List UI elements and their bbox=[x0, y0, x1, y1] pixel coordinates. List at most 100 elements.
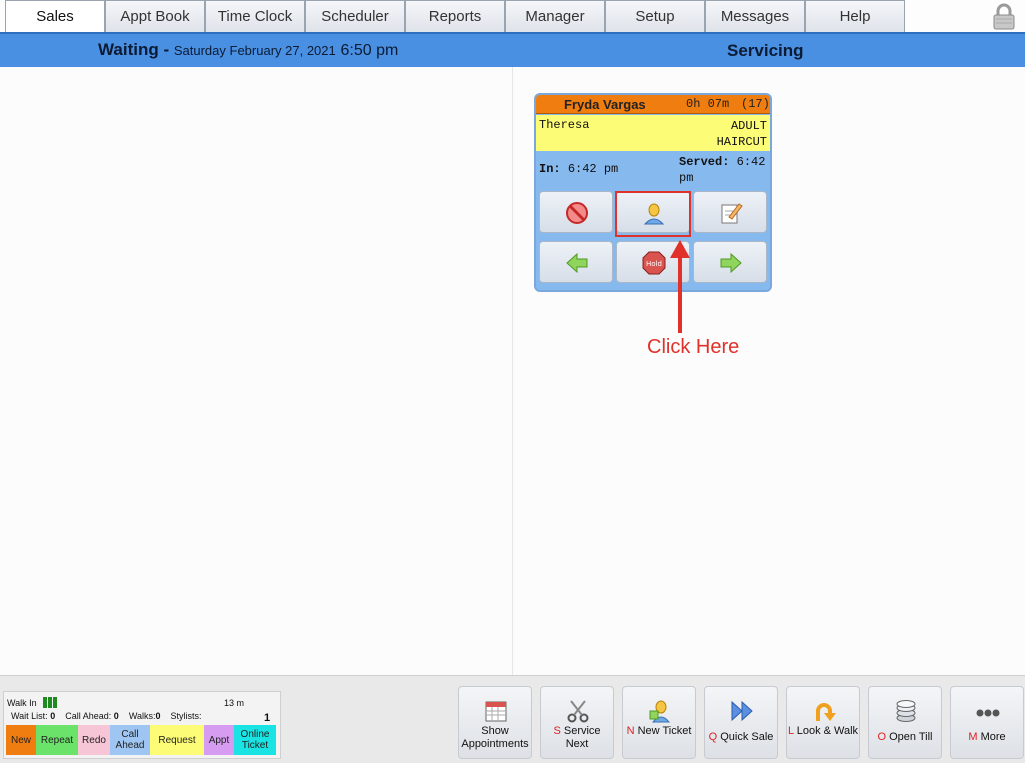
new-ticket-button[interactable]: N New Ticket bbox=[622, 686, 696, 759]
open-till-text: Open Till bbox=[889, 731, 933, 743]
walk-in-label: Walk In bbox=[7, 698, 37, 708]
servicing-title: Servicing bbox=[727, 41, 804, 60]
queue-legend: Walk In 13 m Wait List: 0 Call Ahead: 0 … bbox=[3, 691, 281, 759]
served-time-value: 6:42 bbox=[736, 155, 766, 169]
stylists-label: Stylists: bbox=[170, 711, 202, 721]
annotation-arrow-icon bbox=[670, 240, 690, 333]
tab-setup[interactable]: Setup bbox=[605, 0, 705, 32]
look-walk-hotkey: L bbox=[787, 725, 794, 737]
more-label: M More bbox=[951, 731, 1023, 744]
scissors-icon bbox=[567, 700, 589, 723]
click-here-annotation: Click Here bbox=[647, 336, 740, 358]
service-next-text: Service Next bbox=[563, 725, 601, 750]
served-label: Served: bbox=[679, 155, 730, 169]
ticket-service-row: Theresa ADULT HAIRCUT bbox=[536, 115, 770, 151]
highlight-box bbox=[615, 191, 691, 237]
client-name: Fryda Vargas bbox=[564, 97, 646, 112]
open-till-label: O Open Till bbox=[869, 731, 941, 744]
call-ahead-label: Call Ahead: bbox=[65, 711, 112, 721]
fast-forward-icon bbox=[731, 700, 753, 722]
more-hotkey: M bbox=[968, 731, 978, 743]
top-nav: Sales Appt Book Time Clock Scheduler Rep… bbox=[0, 0, 1025, 32]
ticket-header: Fryda Vargas 0h 07m (17) bbox=[536, 95, 770, 114]
tab-messages[interactable]: Messages bbox=[705, 0, 805, 32]
quick-sale-button[interactable]: Q Quick Sale bbox=[704, 686, 778, 759]
tab-manager[interactable]: Manager bbox=[505, 0, 605, 32]
edit-ticket-button[interactable] bbox=[693, 191, 767, 233]
more-dots-icon bbox=[976, 709, 1000, 717]
service-next-label: S Service Next bbox=[541, 725, 613, 751]
more-button[interactable]: M More bbox=[950, 686, 1024, 759]
arrow-left-icon bbox=[566, 252, 588, 274]
new-ticket-text: New Ticket bbox=[637, 725, 692, 737]
show-appointments-button[interactable]: Show Appointments bbox=[458, 686, 532, 759]
service-next-hotkey: S bbox=[553, 725, 561, 737]
waiting-label: Waiting - bbox=[98, 40, 174, 59]
ticket-number: (17) bbox=[741, 97, 770, 111]
legend-chip-appt: Appt bbox=[204, 725, 234, 755]
waiting-title: Waiting - Saturday February 27, 2021 6:5… bbox=[98, 40, 398, 60]
hold-stop-icon: Hold bbox=[642, 251, 666, 275]
coin-stack-icon bbox=[896, 700, 916, 722]
look-walk-label: L Look & Walk bbox=[787, 725, 859, 738]
new-ticket-hotkey: N bbox=[626, 725, 635, 737]
tab-help[interactable]: Help bbox=[805, 0, 905, 32]
legend-chip-call-ahead: Call Ahead bbox=[110, 725, 150, 755]
move-back-button[interactable] bbox=[539, 241, 613, 283]
tab-appt-book[interactable]: Appt Book bbox=[105, 0, 205, 32]
legend-chip-new: New bbox=[6, 725, 36, 755]
service-line-1: ADULT bbox=[730, 119, 767, 133]
tab-sales[interactable]: Sales bbox=[5, 0, 105, 32]
served-time-suffix: pm bbox=[679, 171, 694, 185]
service-line-2: HAIRCUT bbox=[716, 135, 767, 149]
legend-chip-repeat: Repeat bbox=[36, 725, 78, 755]
quick-sale-hotkey: Q bbox=[708, 731, 718, 743]
new-ticket-label: N New Ticket bbox=[623, 725, 695, 738]
new-client-icon bbox=[649, 700, 671, 723]
svg-text:Hold: Hold bbox=[646, 260, 662, 268]
quick-sale-label: Q Quick Sale bbox=[705, 731, 777, 744]
call-ahead-count: 0 bbox=[113, 711, 119, 721]
in-label: In: bbox=[539, 162, 561, 176]
calendar-icon bbox=[485, 701, 507, 722]
walks-label: Walks: bbox=[128, 711, 156, 721]
more-text: More bbox=[980, 731, 1006, 743]
look-walk-text: Look & Walk bbox=[796, 725, 859, 737]
arrow-right-icon bbox=[720, 252, 742, 274]
tab-time-clock[interactable]: Time Clock bbox=[205, 0, 305, 32]
tab-scheduler[interactable]: Scheduler bbox=[305, 0, 405, 32]
legend-chip-request: Request bbox=[150, 725, 204, 755]
ticket-times: In: 6:42 pm Served: 6:42 pm bbox=[536, 153, 770, 189]
lock-icon[interactable] bbox=[990, 2, 1018, 30]
edit-note-icon bbox=[721, 203, 743, 224]
walk-in-bars bbox=[43, 697, 58, 710]
u-turn-icon bbox=[816, 703, 836, 721]
look-walk-button[interactable]: L Look & Walk bbox=[786, 686, 860, 759]
in-time: In: 6:42 pm bbox=[539, 162, 618, 176]
service-name: ADULT HAIRCUT bbox=[687, 118, 767, 150]
wait-minutes: 13 m bbox=[224, 698, 245, 708]
served-time: Served: 6:42 pm bbox=[679, 154, 769, 186]
quick-sale-text: Quick Sale bbox=[720, 731, 774, 743]
queue-stats: Wait List: 0 Call Ahead: 0 Walks:0 Styli… bbox=[11, 711, 202, 721]
status-header: Waiting - Saturday February 27, 2021 6:5… bbox=[0, 32, 1025, 67]
walks-count: 0 bbox=[155, 711, 161, 721]
wait-list-label: Wait List: bbox=[11, 711, 48, 721]
no-entry-icon bbox=[566, 202, 588, 224]
in-time-value: 6:42 pm bbox=[567, 162, 619, 176]
ticket-duration: 0h 07m bbox=[686, 97, 730, 111]
open-till-button[interactable]: O Open Till bbox=[868, 686, 942, 759]
current-time: 6:50 pm bbox=[340, 42, 399, 59]
legend-chip-redo: Redo bbox=[78, 725, 110, 755]
current-date: Saturday February 27, 2021 bbox=[173, 43, 336, 58]
legend-chip-online-ticket: Online Ticket bbox=[234, 725, 276, 755]
move-forward-button[interactable] bbox=[693, 241, 767, 283]
stylist-name: Theresa bbox=[539, 118, 590, 132]
cancel-ticket-button[interactable] bbox=[539, 191, 613, 233]
service-next-button[interactable]: S Service Next bbox=[540, 686, 614, 759]
tab-reports[interactable]: Reports bbox=[405, 0, 505, 32]
open-till-hotkey: O bbox=[877, 731, 887, 743]
show-appointments-label: Show Appointments bbox=[461, 725, 529, 750]
stylist-count: 1 bbox=[264, 712, 271, 724]
column-divider bbox=[512, 67, 513, 675]
